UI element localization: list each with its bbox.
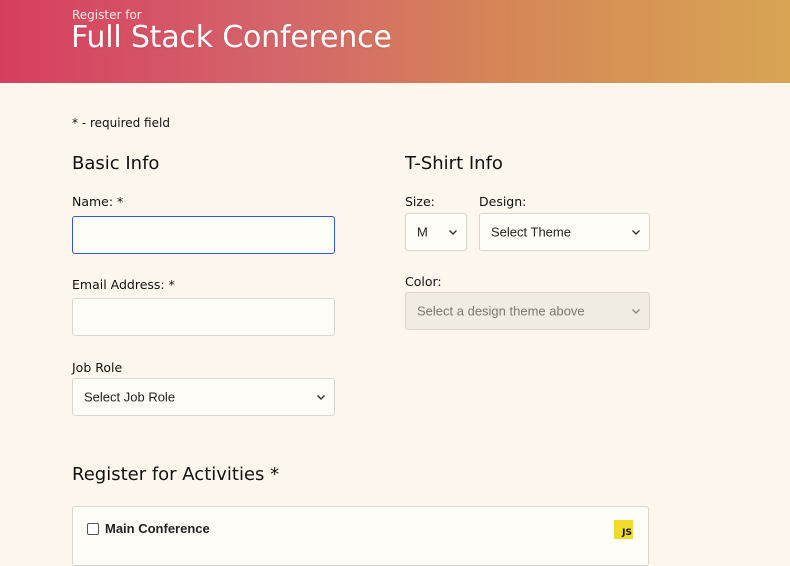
- job-role-label: Job Role: [72, 360, 123, 375]
- email-label: Email Address: *: [72, 277, 175, 292]
- design-select[interactable]: Select Theme: [479, 213, 650, 251]
- chevron-down-icon: [449, 230, 457, 235]
- header-title: Full Stack Conference: [71, 20, 392, 55]
- activities-heading: Register for Activities *: [72, 464, 280, 485]
- job-role-selected-value: Select Job Role: [84, 389, 176, 405]
- chevron-down-icon: [632, 230, 640, 235]
- size-select[interactable]: M: [405, 213, 467, 251]
- activity-name: Main Conference: [105, 521, 210, 536]
- design-selected-value: Select Theme: [491, 224, 571, 240]
- email-input[interactable]: [72, 298, 335, 336]
- basic-info-heading: Basic Info: [72, 153, 160, 174]
- color-label: Color:: [405, 274, 442, 289]
- main-conference-checkbox[interactable]: [87, 523, 99, 535]
- design-label: Design:: [479, 194, 527, 209]
- color-selected-value: Select a design theme above: [417, 303, 585, 319]
- name-label: Name: *: [72, 194, 124, 209]
- tshirt-info-heading: T-Shirt Info: [405, 153, 503, 174]
- chevron-down-icon: [317, 395, 325, 400]
- name-input[interactable]: [72, 216, 335, 254]
- javascript-logo-icon: JS: [614, 520, 633, 539]
- js-badge-text: JS: [622, 528, 632, 538]
- activities-list: Main Conference JS: [72, 506, 649, 566]
- size-selected-value: M: [417, 224, 428, 240]
- chevron-down-icon: [632, 309, 640, 314]
- page-header: Register for Full Stack Conference: [0, 0, 790, 83]
- required-field-note: * - required field: [72, 116, 170, 130]
- color-select: Select a design theme above: [405, 292, 650, 330]
- job-role-select[interactable]: Select Job Role: [72, 378, 335, 416]
- size-label: Size:: [405, 194, 435, 209]
